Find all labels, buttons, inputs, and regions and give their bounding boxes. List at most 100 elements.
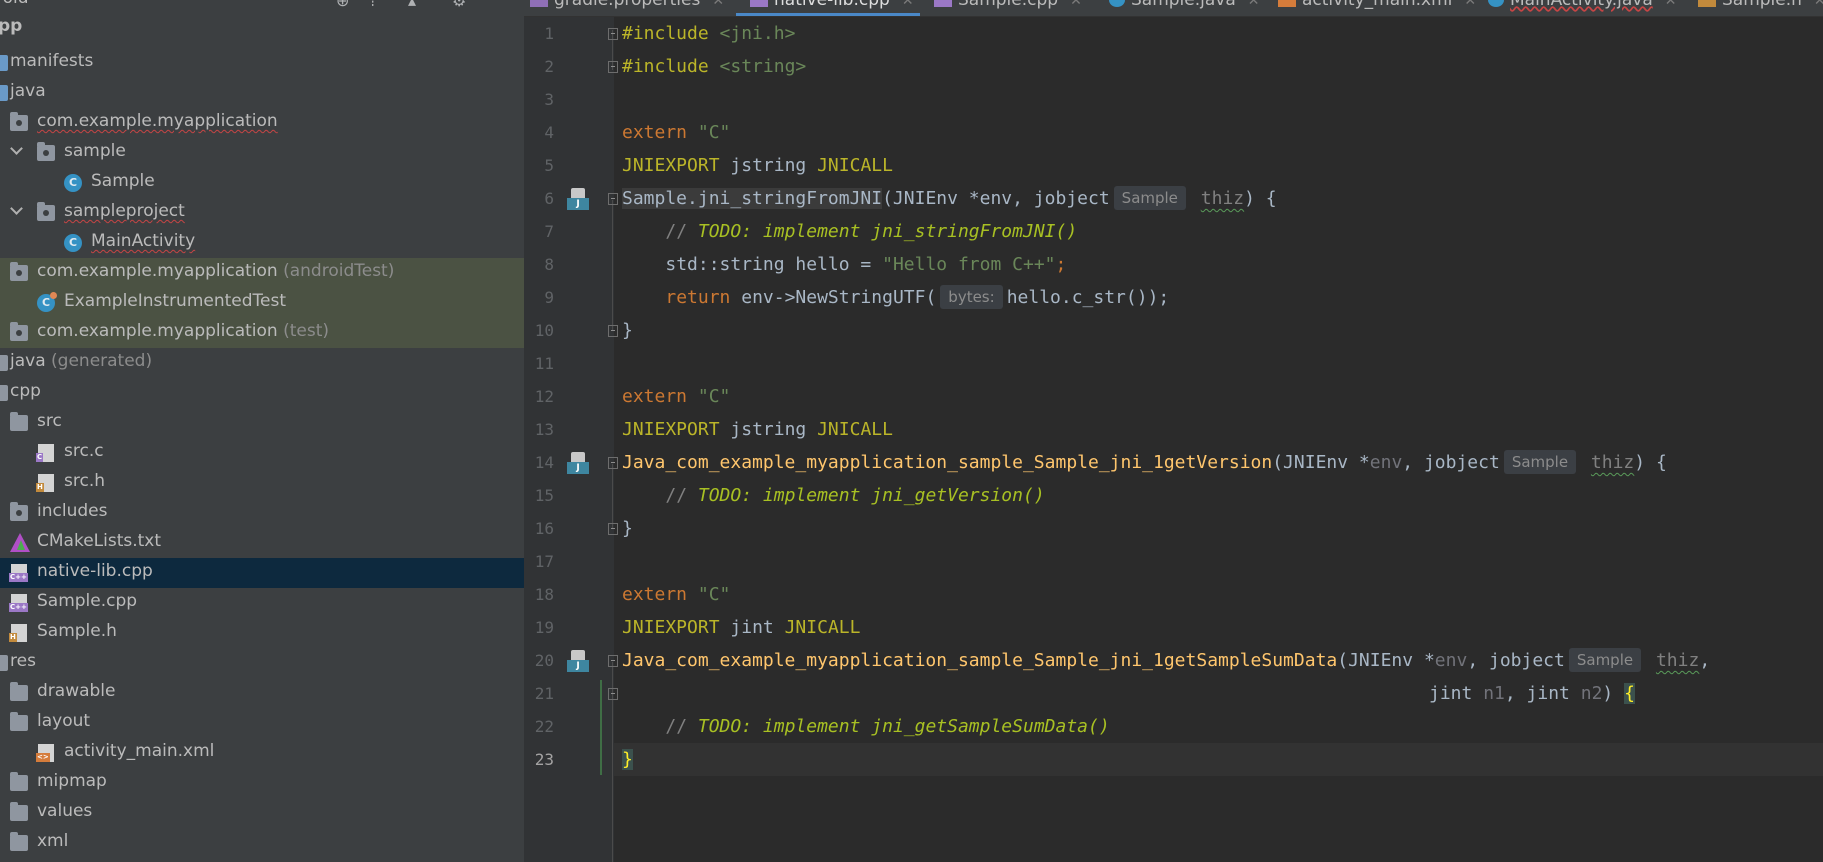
code-line: #include <jni.h> xyxy=(622,23,796,44)
tree-item-java[interactable]: java xyxy=(0,78,524,108)
close-icon[interactable]: ✕ xyxy=(1464,0,1476,9)
tree-item-sample-h[interactable]: H Sample.h xyxy=(0,618,524,648)
folder-icon xyxy=(10,712,28,731)
tree-item-activity-main-xml[interactable]: <> activity_main.xml xyxy=(0,738,524,768)
tree-item-sample[interactable]: sample xyxy=(0,138,524,168)
tab-activity-main-xml[interactable]: activity_main.xml ✕ xyxy=(1278,0,1476,16)
test-class-icon xyxy=(37,292,57,312)
chevron-down-icon[interactable] xyxy=(10,204,24,218)
tree-item-sample-cpp[interactable]: C++ Sample.cpp xyxy=(0,588,524,618)
tree-item-label: activity_main.xml xyxy=(64,741,215,761)
tree-item-java-generated[interactable]: java (generated) xyxy=(0,348,524,378)
line-number: 3 xyxy=(544,90,554,109)
tree-item-package-test[interactable]: com.example.myapplication (test) xyxy=(0,318,524,348)
tab-label: MainActivity.java xyxy=(1510,0,1653,10)
code-editor[interactable]: #include <jni.h> #include <string> exter… xyxy=(614,17,1823,862)
tab-label: activity_main.xml xyxy=(1302,0,1453,10)
code-line: Sample.jni_stringFromJNI(JNIEnv *env, jo… xyxy=(622,186,1277,210)
tree-item-label: drawable xyxy=(37,681,116,701)
tree-item-src[interactable]: src xyxy=(0,408,524,438)
class-icon xyxy=(64,174,82,192)
gear-icon[interactable]: ⚙ xyxy=(452,0,466,10)
tree-item-drawable[interactable]: drawable xyxy=(0,678,524,708)
line-number: 12 xyxy=(534,387,554,406)
tree-item-values[interactable]: values xyxy=(0,798,524,828)
h-file-icon: H xyxy=(36,474,54,492)
java-implementation-icon[interactable]: J xyxy=(567,188,589,210)
line-number: 10 xyxy=(534,321,554,340)
tree-item-xml[interactable]: xml xyxy=(0,828,524,858)
code-line: // TODO: implement jni_stringFromJNI() xyxy=(665,221,1078,242)
close-icon[interactable]: ✕ xyxy=(1248,0,1260,9)
line-number: 21 xyxy=(534,684,554,703)
tree-item-exampleinstrumentedtest[interactable]: ExampleInstrumentedTest xyxy=(0,288,524,318)
close-icon[interactable]: ✕ xyxy=(1070,0,1082,9)
folder-icon xyxy=(10,772,28,791)
tab-label: native-lib.cpp xyxy=(774,0,890,10)
tab-label: gradle.properties xyxy=(554,0,701,10)
tab-sample-java[interactable]: Sample.java ✕ xyxy=(1109,0,1260,16)
chevron-down-icon[interactable] xyxy=(10,144,24,158)
tab-mainactivity-java[interactable]: MainActivity.java ✕ xyxy=(1488,0,1677,16)
folder-icon xyxy=(0,385,8,401)
tree-item-label: com.example.myapplication (androidTest) xyxy=(37,261,395,281)
class-icon xyxy=(64,234,82,252)
tree-item-res[interactable]: res xyxy=(0,648,524,678)
tree-item-label: Sample.cpp xyxy=(37,591,138,611)
tree-item-app[interactable]: pp xyxy=(0,16,524,46)
java-implementation-icon[interactable]: J xyxy=(567,650,589,672)
line-number: 1 xyxy=(544,24,554,43)
tree-item-includes[interactable]: includes xyxy=(0,498,524,528)
tab-sample-cpp[interactable]: Sample.cpp ✕ xyxy=(934,0,1082,16)
tree-item-mainactivity[interactable]: MainActivity xyxy=(0,228,524,258)
view-dropdown-icon[interactable]: ⌄ xyxy=(50,0,64,4)
close-icon[interactable]: ✕ xyxy=(712,0,724,9)
cmake-icon xyxy=(10,533,30,552)
tree-item-sample-class[interactable]: Sample xyxy=(0,168,524,198)
tree-item-mipmap[interactable]: mipmap xyxy=(0,768,524,798)
code-line: jint n1, jint n2) { xyxy=(1429,683,1635,704)
tree-item-label: com.example.myapplication xyxy=(37,111,278,131)
tab-sample-h[interactable]: Sample.h ✕ xyxy=(1698,0,1823,16)
tree-item-cpp[interactable]: cpp xyxy=(0,378,524,408)
tree-item-src-c[interactable]: C src.c xyxy=(0,438,524,468)
inlay-hint: bytes: xyxy=(940,285,1003,309)
gradle-icon xyxy=(530,0,548,7)
tree-item-manifests[interactable]: manifests xyxy=(0,48,524,78)
cpp-file-icon xyxy=(750,0,768,7)
tree-item-cmakelists[interactable]: CMakeLists.txt xyxy=(0,528,524,558)
folder-icon xyxy=(0,85,8,101)
tree-item-package[interactable]: com.example.myapplication xyxy=(0,108,524,138)
code-line: // TODO: implement jni_getVersion() xyxy=(665,485,1045,506)
c-file-icon: C xyxy=(36,444,54,462)
folder-icon xyxy=(0,55,8,71)
folder-icon xyxy=(0,655,8,671)
expand-icon[interactable]: ▴ xyxy=(408,0,416,10)
tree-item-src-h[interactable]: H src.h xyxy=(0,468,524,498)
close-icon[interactable]: ✕ xyxy=(1814,0,1823,9)
tree-item-native-lib-cpp[interactable]: C++ native-lib.cpp xyxy=(0,558,524,588)
tree-item-package-androidtest[interactable]: com.example.myapplication (androidTest) xyxy=(0,258,524,288)
line-number: 2 xyxy=(544,57,554,76)
line-number: 17 xyxy=(534,552,554,571)
collapse-all-icon[interactable]: ⇡ xyxy=(366,0,379,10)
close-icon[interactable]: ✕ xyxy=(902,0,914,9)
tree-item-layout[interactable]: layout xyxy=(0,708,524,738)
tree-item-label: mipmap xyxy=(37,771,107,791)
java-implementation-icon[interactable]: J xyxy=(567,452,589,474)
active-tab-indicator xyxy=(736,13,920,16)
inlay-hint: Sample xyxy=(1568,648,1642,672)
vcs-change-marker[interactable] xyxy=(600,680,602,775)
code-line: JNIEXPORT jstring JNICALL xyxy=(622,155,893,176)
folder-icon xyxy=(10,802,28,821)
line-number: 13 xyxy=(534,420,554,439)
locate-icon[interactable]: ⊕ xyxy=(336,0,349,10)
close-icon[interactable]: ✕ xyxy=(1665,0,1677,9)
tab-label: Sample.cpp xyxy=(958,0,1059,10)
tab-gradle-properties[interactable]: gradle.properties ✕ xyxy=(530,0,724,16)
tree-item-label: src.c xyxy=(64,441,104,461)
class-icon xyxy=(1109,0,1125,7)
code-line: JNIEXPORT jstring JNICALL xyxy=(622,419,893,440)
tree-item-sampleproject[interactable]: sampleproject xyxy=(0,198,524,228)
project-view-title[interactable]: roid xyxy=(0,0,29,8)
